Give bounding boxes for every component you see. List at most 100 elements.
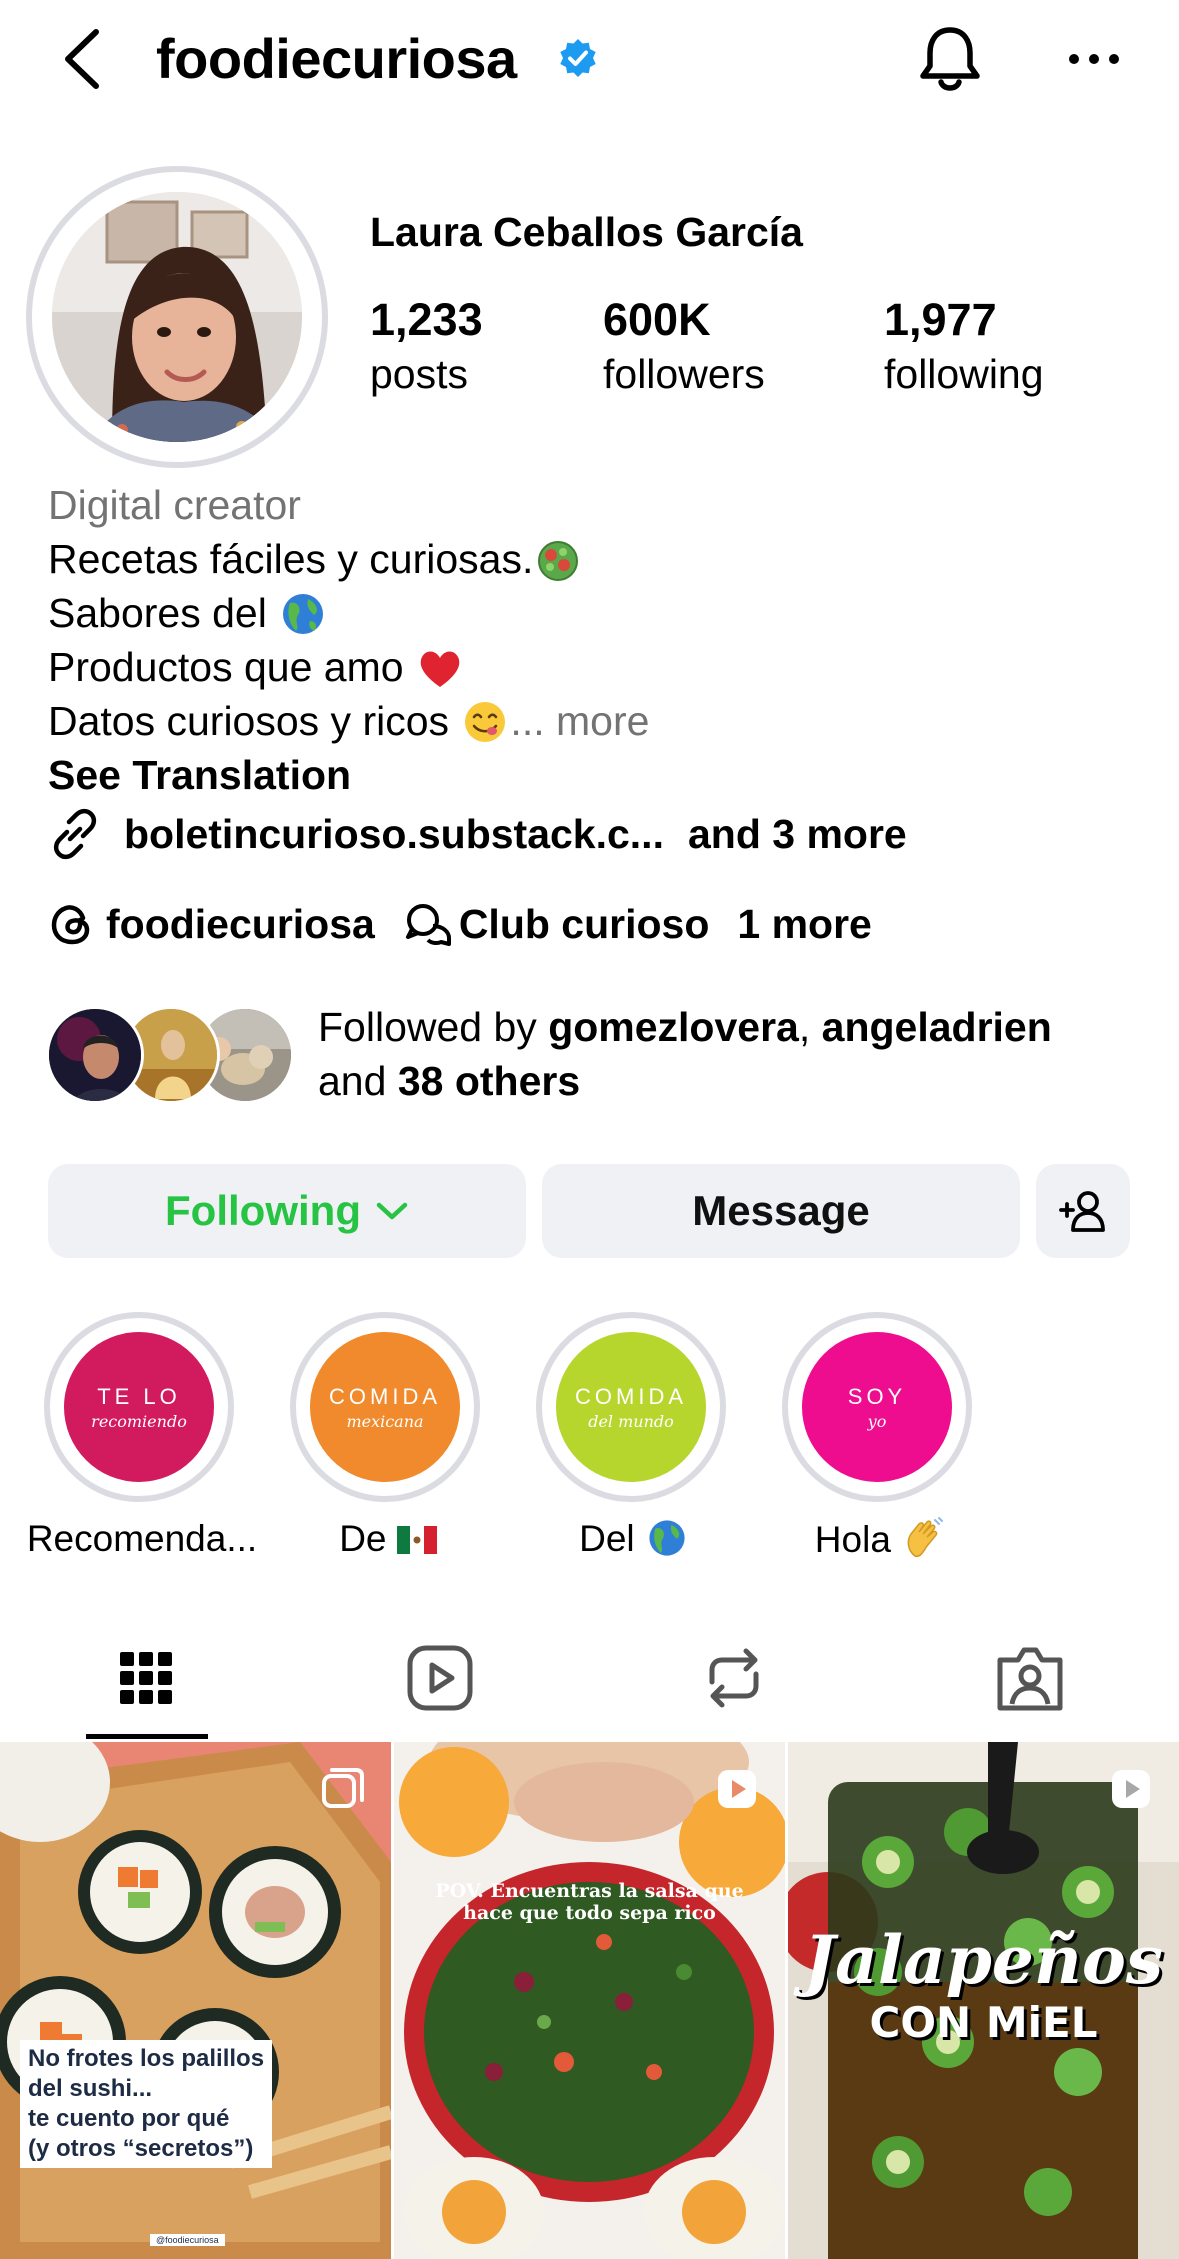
- highlight-label-text: Del: [579, 1518, 635, 1559]
- highlight-cover: COMIDA del mundo: [556, 1332, 706, 1482]
- notification-bell-icon[interactable]: [914, 22, 986, 96]
- story-highlight[interactable]: TE LO recomiendo Recomenda...: [27, 1312, 257, 1559]
- reposts-tab-icon[interactable]: [694, 1638, 774, 1718]
- post-thumbnail-salsa: [394, 1742, 785, 2259]
- profile-link-row[interactable]: boletincurioso.substack.c... and 3 more: [48, 806, 907, 862]
- post-watermark: @foodiecuriosa: [150, 2234, 225, 2246]
- profile-link-more[interactable]: and 3 more: [688, 806, 907, 862]
- post-caption-overlay: No frotes los palillos del sushi... te c…: [20, 2040, 273, 2168]
- highlight-label-text: De: [339, 1518, 387, 1559]
- waving-hand-emoji-icon: [907, 1517, 944, 1558]
- salad-emoji-icon: [538, 541, 579, 581]
- profile-avatar: [52, 192, 302, 442]
- highlight-cover-title: COMIDA: [329, 1383, 441, 1409]
- verified-badge-icon: [560, 39, 596, 77]
- chevron-down-icon: [376, 1202, 408, 1220]
- post-caption-overlay: POV. Encuentras la salsa que hace que to…: [394, 1880, 785, 1924]
- reel-icon: [1112, 1770, 1150, 1808]
- highlight-cover: COMIDA mexicana: [310, 1332, 460, 1482]
- profile-bio: Digital creator Recetas fáciles y curios…: [48, 478, 1148, 748]
- profile-link-text[interactable]: boletincurioso.substack.c...: [124, 806, 664, 862]
- caption-line: (y otros “secretos”): [28, 2135, 254, 2162]
- caption-line: te cuento por qué: [28, 2105, 230, 2132]
- profile-full-name: Laura Ceballos García: [370, 209, 803, 255]
- add-person-icon: [1059, 1191, 1105, 1232]
- broadcast-channel-name[interactable]: Club curioso: [459, 896, 710, 952]
- post-tile[interactable]: No frotes los palillos del sushi... te c…: [0, 1742, 391, 2259]
- bio-line: Recetas fáciles y curiosas.: [48, 532, 1148, 586]
- avatar: [46, 1006, 144, 1104]
- following-count: 1,977: [884, 294, 997, 345]
- following-button[interactable]: Following: [48, 1164, 526, 1258]
- highlight-label: Hola: [750, 1516, 1010, 1563]
- highlight-label-text: Hola: [814, 1519, 891, 1560]
- highlight-label: Del: [504, 1516, 764, 1562]
- highlight-label: De: [258, 1516, 518, 1562]
- threads-logo-icon: [51, 905, 90, 945]
- caption-line: del sushi...: [28, 2075, 153, 2102]
- see-translation-link[interactable]: See Translation: [48, 748, 351, 802]
- tagged-tab-icon[interactable]: [990, 1638, 1070, 1718]
- highlight-cover-subtitle: mexicana: [346, 1411, 424, 1431]
- posts-grid-tab-icon[interactable]: [106, 1638, 186, 1718]
- posts-stat[interactable]: 1,233 posts: [370, 292, 483, 400]
- active-tab-indicator: [86, 1734, 208, 1739]
- highlight-ring: COMIDA mexicana: [290, 1312, 480, 1502]
- followers-stat[interactable]: 600K followers: [603, 292, 765, 400]
- highlight-ring: COMIDA del mundo: [536, 1312, 726, 1502]
- caption-line: POV. Encuentras la salsa que: [435, 1880, 744, 1902]
- reel-icon: [718, 1770, 756, 1808]
- threads-handle[interactable]: foodiecuriosa: [106, 896, 375, 952]
- profile-content-tabs: [0, 1620, 1179, 1738]
- highlight-label-text: Recomenda...: [26, 1518, 258, 1559]
- highlight-cover-subtitle: recomiendo: [91, 1411, 187, 1431]
- back-arrow-icon[interactable]: [58, 26, 108, 92]
- threads-row: foodiecuriosa Club curioso 1 more: [48, 896, 872, 952]
- mutual-followers-others[interactable]: 38 others: [398, 1058, 580, 1104]
- mutual-follower-name[interactable]: angeladrien: [822, 1004, 1052, 1050]
- bio-line: Sabores del: [48, 586, 1148, 640]
- following-stat[interactable]: 1,977 following: [884, 292, 1044, 400]
- more-options-icon[interactable]: [1066, 42, 1122, 76]
- reels-tab-icon[interactable]: [400, 1638, 480, 1718]
- bio-line-text: Recetas fáciles y curiosas.: [48, 536, 534, 582]
- bio-more-link[interactable]: ... more: [510, 698, 649, 744]
- message-button-label: Message: [692, 1187, 870, 1234]
- following-label: following: [884, 351, 1044, 397]
- mexico-flag-icon: [396, 1526, 437, 1554]
- highlight-cover-title: COMIDA: [575, 1383, 687, 1409]
- mutual-follower-name[interactable]: gomezlovera: [548, 1004, 799, 1050]
- link-icon: [53, 808, 97, 860]
- message-button[interactable]: Message: [542, 1164, 1020, 1258]
- highlight-label: Recomenda...: [12, 1516, 272, 1562]
- caption-line: hace que todo sepa rico: [463, 1902, 716, 1924]
- mutual-followers-avatars[interactable]: [46, 1006, 296, 1106]
- bio-line: Datos curiosos y ricos ... more: [48, 694, 1148, 748]
- caption-line: Jalapeños: [803, 1921, 1164, 1999]
- highlight-ring: TE LO recomiendo: [44, 1312, 234, 1502]
- followers-label: followers: [603, 351, 765, 397]
- followers-count: 600K: [603, 294, 711, 345]
- post-thumbnail-sushi: [0, 1742, 391, 2259]
- suggested-users-button[interactable]: [1036, 1164, 1130, 1258]
- bio-line-text: Productos que amo: [48, 644, 404, 690]
- broadcast-channel-icon: [405, 904, 451, 946]
- top-bar: foodiecuriosa: [0, 0, 1179, 120]
- bio-line-text: Datos curiosos y ricos: [48, 698, 450, 744]
- separator: ,: [798, 1004, 811, 1050]
- post-tile[interactable]: POV. Encuentras la salsa que hace que to…: [394, 1742, 785, 2259]
- story-highlight[interactable]: COMIDA mexicana De: [290, 1312, 486, 1559]
- profile-avatar-ring[interactable]: [26, 166, 328, 468]
- highlight-cover: TE LO recomiendo: [64, 1332, 214, 1482]
- followed-by-text[interactable]: Followed by gomezlovera, angeladrien and…: [318, 1000, 1158, 1108]
- threads-more-link[interactable]: 1 more: [737, 896, 871, 952]
- following-button-label: Following: [165, 1187, 361, 1234]
- story-highlight[interactable]: COMIDA del mundo Del: [536, 1312, 732, 1559]
- highlight-cover-subtitle: del mundo: [588, 1411, 674, 1431]
- post-tile[interactable]: Jalapeños CON MiEL: [788, 1742, 1179, 2259]
- profile-category: Digital creator: [48, 482, 301, 528]
- posts-grid: No frotes los palillos del sushi... te c…: [0, 1742, 1179, 2259]
- bio-line: Productos que amo: [48, 640, 1148, 694]
- post-caption-overlay: Jalapeños CON MiEL: [788, 1922, 1179, 2048]
- story-highlight[interactable]: SOY yo Hola: [782, 1312, 978, 1560]
